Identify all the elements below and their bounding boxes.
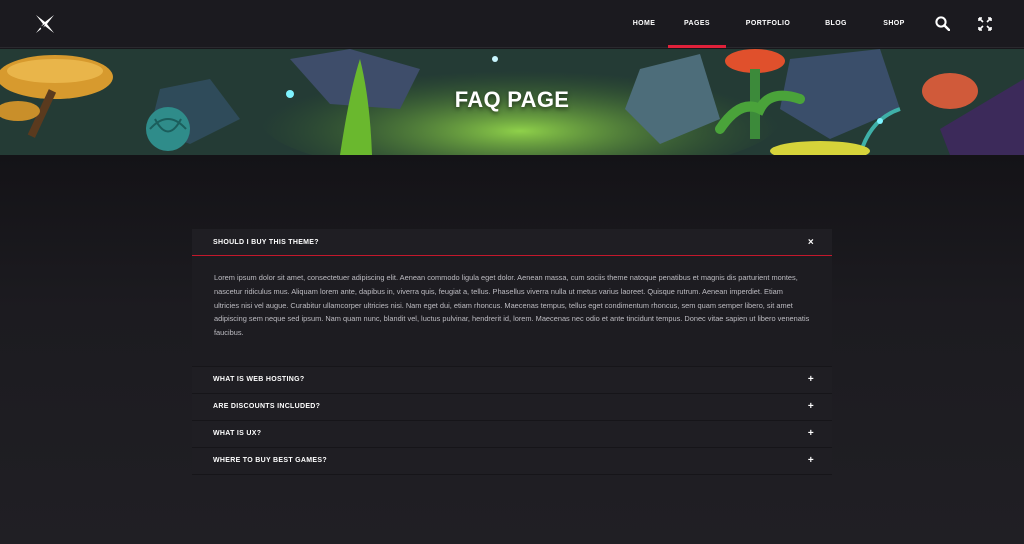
faq-question-button[interactable]: WHAT IS WEB HOSTING? + [192, 367, 832, 393]
page-title: FAQ PAGE [454, 87, 570, 112]
faq-item: WHAT IS UX? + [192, 420, 832, 448]
plus-icon[interactable]: + [808, 421, 814, 447]
faq-question: WHERE TO BUY BEST GAMES? [213, 456, 327, 464]
plus-icon[interactable]: + [808, 448, 814, 474]
faq-question: WHAT IS UX? [213, 429, 262, 437]
faq-question: SHOULD I BUY THIS THEME? [213, 239, 319, 246]
faq-item: SHOULD I BUY THIS THEME? × Lorem ipsum d… [192, 229, 832, 367]
search-icon[interactable] [935, 16, 950, 31]
logo-icon[interactable] [34, 13, 56, 35]
nav-item-home[interactable]: HOME [624, 0, 664, 48]
nav-item-pages[interactable]: PAGES [668, 0, 726, 48]
nav-item-portfolio[interactable]: PORTFOLIO [738, 0, 798, 48]
faq-question: WHAT IS WEB HOSTING? [213, 375, 305, 383]
faq-question-button[interactable]: SHOULD I BUY THIS THEME? × [192, 229, 832, 256]
expand-icon[interactable] [978, 17, 992, 31]
plus-icon[interactable]: + [808, 394, 814, 420]
faq-question-button[interactable]: WHERE TO BUY BEST GAMES? + [192, 448, 832, 474]
nav-item-blog[interactable]: BLOG [816, 0, 856, 48]
faq-item: WHERE TO BUY BEST GAMES? + [192, 447, 832, 475]
faq-item: WHAT IS WEB HOSTING? + [192, 366, 832, 394]
close-icon[interactable]: × [808, 229, 814, 256]
faq-question-button[interactable]: ARE DISCOUNTS INCLUDED? + [192, 394, 832, 420]
faq-question: ARE DISCOUNTS INCLUDED? [213, 402, 321, 410]
faq-question-button[interactable]: WHAT IS UX? + [192, 421, 832, 447]
faq-item: ARE DISCOUNTS INCLUDED? + [192, 393, 832, 421]
faq-accordion: SHOULD I BUY THIS THEME? × Lorem ipsum d… [192, 229, 832, 475]
plus-icon[interactable]: + [808, 367, 814, 393]
faq-answer: Lorem ipsum dolor sit amet, consectetuer… [192, 256, 832, 366]
page-banner: FAQ PAGE [0, 49, 1024, 155]
site-header: HOME PAGES PORTFOLIO BLOG SHOP [0, 0, 1024, 48]
nav-item-shop[interactable]: SHOP [874, 0, 914, 48]
